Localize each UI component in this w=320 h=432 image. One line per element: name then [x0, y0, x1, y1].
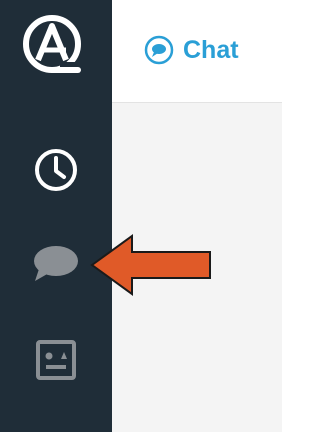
chat-bubble-icon: [34, 246, 78, 281]
chat-circle-icon: [144, 35, 174, 65]
contact-card-icon: [36, 340, 76, 380]
app-logo-icon: [23, 15, 81, 73]
pointer-arrow-icon: [90, 234, 211, 296]
clock-icon: [35, 149, 77, 191]
main-content: Chat: [112, 0, 282, 432]
page-title-group: Chat: [144, 32, 239, 68]
sidebar: [0, 0, 112, 432]
sidebar-item-contacts[interactable]: [0, 328, 112, 392]
app-window: Chat: [0, 0, 282, 432]
page-header: Chat: [112, 0, 282, 103]
sidebar-item-history[interactable]: [0, 138, 112, 202]
page-title: Chat: [183, 36, 239, 64]
